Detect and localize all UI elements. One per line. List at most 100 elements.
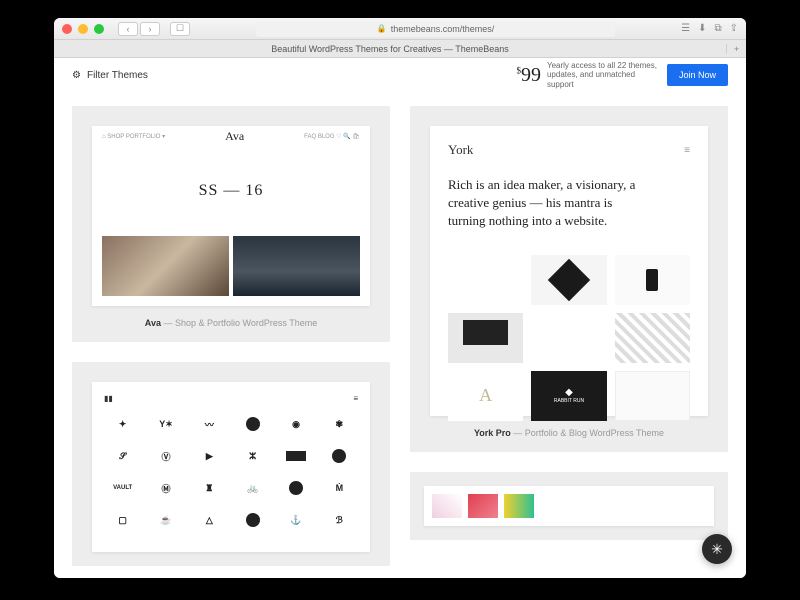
york-cell-monitor <box>448 313 523 363</box>
theme-card-york[interactable]: York ≡ Rich is an idea maker, a visionar… <box>410 106 728 452</box>
york-cell-pattern <box>615 313 690 363</box>
forward-button[interactable]: › <box>140 22 160 36</box>
close-icon[interactable] <box>62 24 72 34</box>
price-amount: $99 <box>516 64 541 87</box>
ava-image-2 <box>233 236 360 296</box>
york-logo: York <box>448 142 473 158</box>
logos-brand: ▮▮ <box>104 394 113 403</box>
york-cell-empty <box>531 313 606 363</box>
filter-themes-button[interactable]: ⚙ Filter Themes <box>72 70 148 81</box>
reader-icon[interactable]: ☰ <box>681 23 690 34</box>
york-cell-letter: A <box>448 371 523 421</box>
price-desc: Yearly access to all 22 themes, updates,… <box>547 61 657 90</box>
york-cell-empty <box>448 255 523 305</box>
sidebar-button[interactable]: ☐ <box>170 22 190 36</box>
help-chat-button[interactable]: ✳ <box>702 534 732 564</box>
logo-cell: ⚓ <box>277 507 314 533</box>
ava-preview: ⌂ SHOP PORTFOLIO ▾ Ava FAQ BLOG ♡ 🔍 🛍 SS… <box>92 126 370 306</box>
york-cell-phone <box>615 255 690 305</box>
theme-grid: ⌂ SHOP PORTFOLIO ▾ Ava FAQ BLOG ♡ 🔍 🛍 SS… <box>54 92 746 578</box>
logo-cell: Ⓥ <box>147 443 184 469</box>
logos-header: ▮▮ ≡ <box>104 394 358 403</box>
ava-header: ⌂ SHOP PORTFOLIO ▾ Ava FAQ BLOG ♡ 🔍 🛍 <box>92 126 370 146</box>
filter-label: Filter Themes <box>87 70 148 81</box>
york-cell-dark: RABBIT RUN <box>531 371 606 421</box>
logo-cell <box>234 507 271 533</box>
logo-grid: ✦ Y✶ 〰 ◉ ✾ 𝒮 Ⓥ ▶ ⵣ VAULT <box>104 411 358 540</box>
topbar-right: $99 Yearly access to all 22 themes, upda… <box>516 61 728 90</box>
site-topbar: ⚙ Filter Themes $99 Yearly access to all… <box>54 58 746 92</box>
logo-cell: ♜ <box>191 475 228 501</box>
ava-nav-right: FAQ BLOG ♡ 🔍 🛍 <box>304 133 360 140</box>
tabs-icon[interactable]: ⧉ <box>714 23 721 34</box>
york-preview: York ≡ Rich is an idea maker, a visionar… <box>430 126 708 416</box>
url-text: themebeans.com/themes/ <box>391 24 495 34</box>
browser-window: ‹ › ☐ 🔒 themebeans.com/themes/ ☰ ⬇ ⧉ ⇪ B… <box>54 18 746 578</box>
back-button[interactable]: ‹ <box>118 22 138 36</box>
theme-card-ava[interactable]: ⌂ SHOP PORTFOLIO ▾ Ava FAQ BLOG ♡ 🔍 🛍 SS… <box>72 106 390 342</box>
new-tab-button[interactable]: + <box>726 44 746 54</box>
page-content: ⚙ Filter Themes $99 Yearly access to all… <box>54 58 746 578</box>
logo-cell <box>234 411 271 437</box>
logo-cell: ▢ <box>104 507 141 533</box>
ava-logo: Ava <box>225 129 244 144</box>
logo-cell <box>321 443 358 469</box>
join-now-button[interactable]: Join Now <box>667 64 728 86</box>
york-gallery: A RABBIT RUN <box>448 255 690 421</box>
logo-cell: ✾ <box>321 411 358 437</box>
grid-col-right: York ≡ Rich is an idea maker, a visionar… <box>410 106 728 566</box>
menu-icon: ≡ <box>353 394 358 403</box>
logo-cell: △ <box>191 507 228 533</box>
mini-preview <box>424 486 714 526</box>
logo-cell: Ⓜ <box>147 475 184 501</box>
ava-hero-title: SS — 16 <box>92 146 370 236</box>
chat-icon: ✳ <box>711 541 723 558</box>
logo-cell: ▶ <box>191 443 228 469</box>
logo-cell: ℬ <box>321 507 358 533</box>
logo-cell: 𝒮 <box>104 443 141 469</box>
logo-cell: ✦ <box>104 411 141 437</box>
theme-card-logos[interactable]: ▮▮ ≡ ✦ Y✶ 〰 ◉ ✾ 𝒮 Ⓥ ▶ <box>72 362 390 566</box>
york-header: York ≡ <box>448 142 690 158</box>
logo-cell: ⵣ <box>234 443 271 469</box>
logo-cell <box>277 475 314 501</box>
mini-img <box>432 494 462 518</box>
mini-img <box>504 494 534 518</box>
tab-bar: Beautiful WordPress Themes for Creatives… <box>54 40 746 58</box>
ava-image-1 <box>102 236 229 296</box>
york-caption: York Pro — Portfolio & Blog WordPress Th… <box>474 428 664 438</box>
download-icon[interactable]: ⬇ <box>698 23 706 34</box>
logos-preview: ▮▮ ≡ ✦ Y✶ 〰 ◉ ✾ 𝒮 Ⓥ ▶ <box>92 382 370 552</box>
theme-card-mini[interactable] <box>410 472 728 540</box>
share-icon[interactable]: ⇪ <box>730 23 738 34</box>
grid-col-left: ⌂ SHOP PORTFOLIO ▾ Ava FAQ BLOG ♡ 🔍 🛍 SS… <box>72 106 390 566</box>
lock-icon: 🔒 <box>377 24 387 33</box>
ava-images <box>92 236 370 306</box>
nav-buttons: ‹ › <box>118 22 160 36</box>
traffic-lights <box>62 24 104 34</box>
price-block: $99 Yearly access to all 22 themes, upda… <box>516 61 657 90</box>
york-cell-bag <box>531 255 606 305</box>
logo-cell <box>277 443 314 469</box>
logo-cell: Ṁ <box>321 475 358 501</box>
minimize-icon[interactable] <box>78 24 88 34</box>
logo-cell: ☕ <box>147 507 184 533</box>
address-bar-container: 🔒 themebeans.com/themes/ <box>256 21 615 37</box>
mini-img <box>468 494 498 518</box>
logo-cell: Y✶ <box>147 411 184 437</box>
sliders-icon: ⚙ <box>72 70 81 81</box>
ava-nav-left: ⌂ SHOP PORTFOLIO ▾ <box>102 133 165 140</box>
address-bar[interactable]: 🔒 themebeans.com/themes/ <box>256 21 615 37</box>
york-cell-paper <box>615 371 690 421</box>
logo-cell: 〰 <box>191 411 228 437</box>
menu-icon: ≡ <box>684 145 690 156</box>
logo-cell: VAULT <box>104 475 141 501</box>
zoom-icon[interactable] <box>94 24 104 34</box>
titlebar: ‹ › ☐ 🔒 themebeans.com/themes/ ☰ ⬇ ⧉ ⇪ <box>54 18 746 40</box>
toolbar-icons: ☰ ⬇ ⧉ ⇪ <box>681 23 738 34</box>
browser-tab[interactable]: Beautiful WordPress Themes for Creatives… <box>54 42 726 56</box>
logo-cell: ◉ <box>277 411 314 437</box>
york-hero-text: Rich is an idea maker, a visionary, a cr… <box>448 176 648 231</box>
logo-cell: 🚲 <box>234 475 271 501</box>
ava-caption: Ava — Shop & Portfolio WordPress Theme <box>145 318 317 328</box>
